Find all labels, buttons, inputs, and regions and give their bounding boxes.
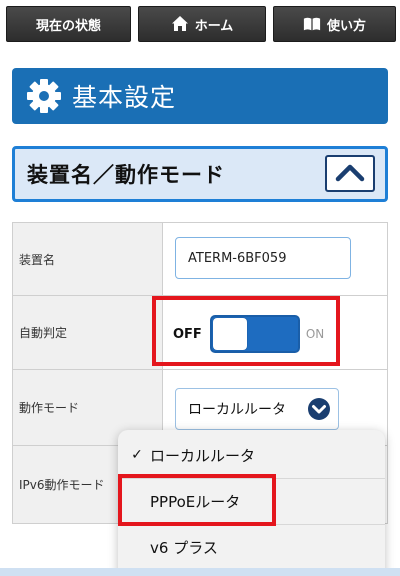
page-title: 基本設定 [72, 83, 177, 112]
auto-detect-label: 自動判定 [13, 296, 163, 369]
operation-mode-select[interactable]: ローカルルータ [175, 388, 339, 430]
chevron-up-icon [335, 162, 365, 186]
option-label: ローカルルータ [150, 446, 256, 465]
device-name-field[interactable]: ATERM-6BF059 [175, 237, 351, 279]
device-name-label: 装置名 [13, 223, 163, 295]
toggle-highlight-box [152, 296, 340, 366]
page-header: 基本設定 [12, 68, 388, 124]
check-icon: ✓ [131, 447, 143, 463]
next-section-edge [0, 568, 400, 576]
collapse-button[interactable] [325, 155, 375, 192]
dropdown-option-v6-plus[interactable]: v6 プラス [118, 524, 385, 570]
table-row: 装置名 ATERM-6BF059 [13, 223, 387, 295]
book-icon [303, 15, 321, 33]
section-title: 装置名／動作モード [27, 163, 225, 187]
home-button-label: ホーム [194, 18, 234, 34]
top-navigation: 現在の状態 ホーム 使い方 [0, 0, 400, 48]
home-icon [171, 15, 189, 33]
chevron-down-icon [308, 398, 330, 420]
status-button[interactable]: 現在の状態 [6, 6, 131, 42]
status-button-label: 現在の状態 [35, 18, 101, 34]
option-label: v6 プラス [150, 539, 218, 557]
dropdown-option-local-router[interactable]: ✓ ローカルルータ [118, 432, 385, 478]
pppoe-highlight-box [118, 474, 276, 526]
gear-icon [26, 78, 62, 114]
operation-mode-value: ローカルルータ [188, 402, 286, 418]
help-button-label: 使い方 [326, 18, 366, 34]
section-header: 装置名／動作モード [12, 146, 388, 202]
help-button[interactable]: 使い方 [273, 6, 396, 42]
home-button[interactable]: ホーム [138, 6, 266, 42]
